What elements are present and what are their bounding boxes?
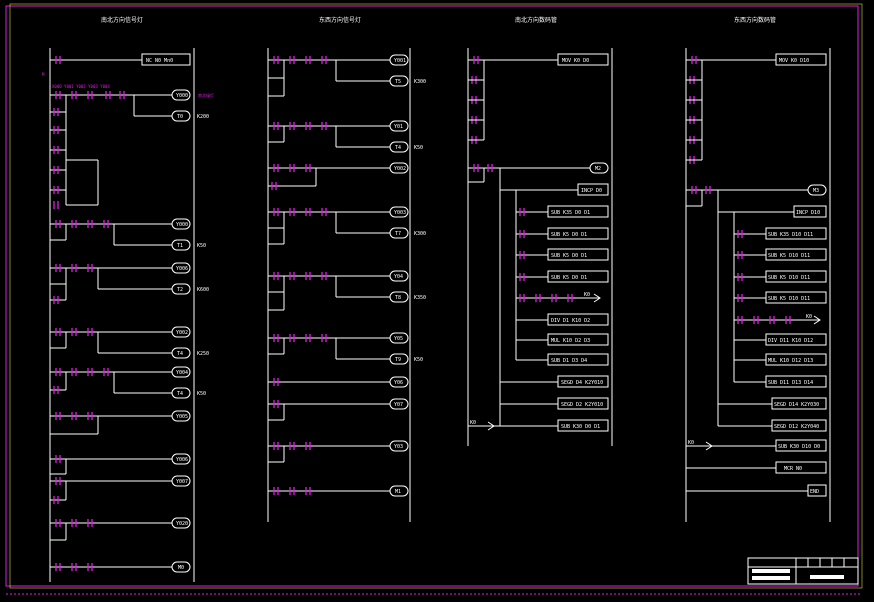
timer-constant: K300 (414, 79, 426, 85)
coil-label: M0 (178, 565, 184, 571)
ladder-diagram: 南北方向信号灯 东西方向信号灯 南北方向数码管 东西方向数码管 NC N0 Mn… (5, 3, 863, 595)
timer-constant: K250 (197, 351, 209, 357)
ladder-column-1: NC N0 Mn0 M X000 Y001 Y002 Y003 Y004 Y00… (42, 48, 214, 582)
mc-instruction-text: NC N0 Mn0 (146, 58, 173, 64)
coil-label: T4 (177, 391, 183, 397)
instruction-text: MCR N0 (784, 466, 802, 472)
svg-text:南北绿灯: 南北绿灯 (198, 92, 214, 98)
instruction-text: INCP D0 (581, 188, 602, 194)
coil-label: Y002 (176, 330, 188, 336)
coil-label: T2 (177, 287, 183, 293)
timer-constant: K50 (414, 357, 423, 363)
column-title-3: 南北方向数码管 (515, 16, 557, 24)
coil-label: Y000 (176, 222, 188, 228)
svg-text:M: M (42, 72, 45, 77)
instruction-text: INCP D10 (796, 210, 820, 216)
instruction-text: SUB K5 D10 D11 (768, 296, 810, 302)
timer-constant: K600 (197, 287, 209, 293)
coil-label: T4 (177, 351, 183, 357)
coil-label: M2 (595, 166, 601, 172)
column-title-2: 东西方向信号灯 (319, 16, 361, 24)
coil-label: Y002 (394, 166, 406, 172)
coil-label: Y03 (394, 444, 403, 450)
coil-label: Y04 (394, 274, 403, 280)
coil-label: Y001 (394, 58, 406, 64)
coil-label: T0 (177, 114, 183, 120)
coil-label: T9 (395, 357, 401, 363)
column-title-1: 南北方向信号灯 (101, 16, 143, 24)
instruction-text: SUB K35 D0 D1 (551, 210, 590, 216)
instruction-text: SUB D11 D13 D14 (768, 380, 813, 386)
instruction-text: SUB D1 D3 D4 (551, 358, 587, 364)
coil-label: Y005 (176, 414, 188, 420)
coil-label: Y006 (176, 266, 188, 272)
instruction-text: SEGD D12 K2Y040 (774, 424, 819, 430)
coil-label: Y007 (176, 479, 188, 485)
timer-constant: K300 (414, 231, 426, 237)
coil-label: M1 (395, 489, 401, 495)
instruction-text: SUB K5 D10 D11 (768, 275, 810, 281)
coil-label: T7 (395, 231, 401, 237)
column-title-4: 东西方向数码管 (734, 16, 776, 24)
coil-label: Y004 (176, 370, 188, 376)
k0-label: K0 (584, 292, 590, 298)
coil-label: T4 (395, 145, 401, 151)
instruction-text: MUL K10 D12 D13 (768, 358, 813, 364)
coil-label: Y05 (394, 336, 403, 342)
timer-constant: K50 (414, 145, 423, 151)
instruction-text: MUL K10 D2 D3 (551, 338, 590, 344)
instruction-text: SEGD D14 K2Y030 (774, 402, 819, 408)
coil-label: Y003 (394, 210, 406, 216)
coil-label: T5 (395, 79, 401, 85)
ladder-column-4: MOV K0 D10 M3 INCP D10 SUB K35 D10 D11 S… (685, 48, 831, 522)
timer-constant: K50 (197, 391, 206, 397)
coil-label: Y006 (176, 457, 188, 463)
coil-label: T8 (395, 295, 401, 301)
coil-label: Y000 (176, 93, 188, 99)
k0-label: K0 (688, 440, 694, 446)
coil-label: Y06 (394, 380, 403, 386)
timer-constant: K50 (197, 243, 206, 249)
k0-label: K0 (806, 314, 812, 320)
coil-label: Y020 (176, 521, 188, 527)
title-block (747, 557, 859, 585)
coil-label: T1 (177, 243, 183, 249)
instruction-text: MOV K0 D10 (779, 58, 809, 64)
instruction-text: SEGD D2 K2Y010 (561, 402, 603, 408)
svg-text:X000 Y001 Y002 Y003 Y004: X000 Y001 Y002 Y003 Y004 (52, 84, 110, 89)
instruction-text: SUB K30 D10 D0 (778, 444, 820, 450)
instruction-text: SUB K5 D10 D11 (768, 253, 810, 259)
instruction-text: SUB K35 D10 D11 (768, 232, 813, 238)
ladder-drawing-canvas: 南北方向信号灯 东西方向信号灯 南北方向数码管 东西方向数码管 NC N0 Mn… (0, 0, 874, 598)
instruction-text: MOV K0 D0 (562, 58, 589, 64)
instruction-text: SUB K30 D0 D1 (561, 424, 600, 430)
k0-label: K0 (470, 420, 476, 426)
coil-label: Y07 (394, 402, 403, 408)
instruction-text: SUB K5 D0 D1 (551, 232, 587, 238)
instruction-text: SEGD D4 K2Y010 (561, 380, 603, 386)
timer-constant: K200 (197, 114, 209, 120)
instruction-text: END (810, 489, 819, 495)
instruction-text: SUB K5 D0 D1 (551, 253, 587, 259)
outer-frame (5, 5, 859, 587)
ladder-column-3: MOV K0 D0 M2 INCP D0 SUB K35 D0 D1 SUB K… (467, 48, 613, 446)
timer-constant: K350 (414, 295, 426, 301)
coil-label: M3 (813, 188, 819, 194)
instruction-text: SUB K5 D0 D1 (551, 275, 587, 281)
coil-label: Y01 (394, 124, 403, 130)
instruction-text: DIV D1 K10 D2 (551, 318, 590, 324)
ladder-column-2: Y001 T5 K300 Y01 T4 K50 Y002 Y003 T7 K30… (267, 48, 426, 522)
instruction-text: DIV D11 K10 D12 (768, 338, 813, 344)
